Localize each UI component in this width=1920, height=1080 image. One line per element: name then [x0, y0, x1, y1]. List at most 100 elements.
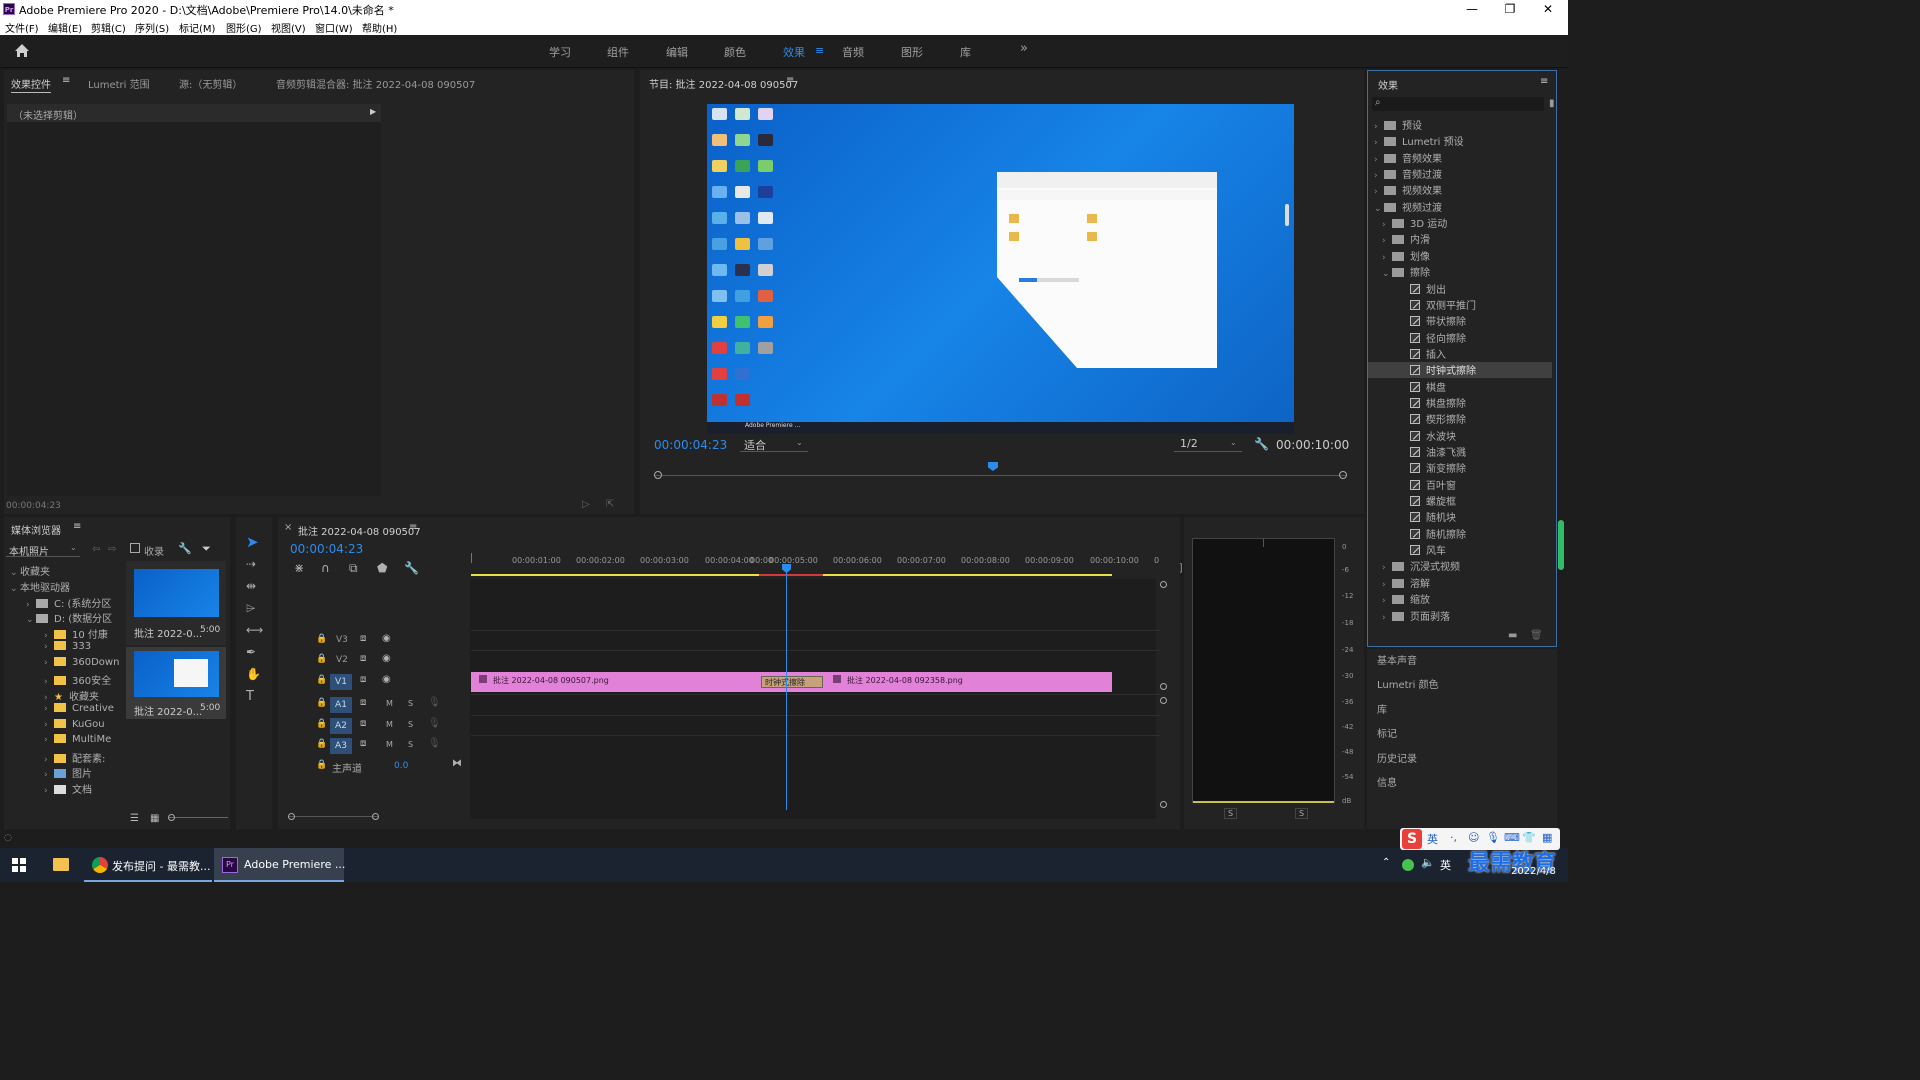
tree-item[interactable]: › ★ 收藏夹 — [4, 688, 99, 704]
tree-item[interactable]: › KuGou — [4, 719, 105, 735]
menu-window[interactable]: 窗口(W) — [315, 20, 353, 35]
tree-item[interactable]: › 图片 — [4, 765, 92, 781]
panel-info[interactable]: 信息 — [1377, 774, 1397, 789]
ime-voice-icon[interactable]: 🎙 — [1486, 831, 1500, 844]
filter-icon[interactable]: ⏷ — [202, 542, 211, 556]
timeline-settings-icon[interactable]: 🔧 — [404, 561, 419, 575]
expand-arrow-icon[interactable]: ▶ — [370, 107, 376, 116]
effect-item[interactable]: 随机擦除 — [1368, 526, 1552, 542]
effect-item[interactable]: 渐变擦除 — [1368, 460, 1552, 476]
location-dropdown[interactable]: 本机照片 ⌄ — [6, 543, 80, 558]
zoom-slider-handle[interactable] — [168, 814, 175, 821]
taskbar-app-chrome[interactable]: 发布提问 - 最需教... — [84, 848, 212, 882]
export-icon[interactable]: ⇱ — [606, 499, 614, 510]
master-volume[interactable]: 0.0 — [394, 761, 408, 771]
panel-markers[interactable]: 标记 — [1377, 725, 1397, 740]
tab-lumetri-scopes[interactable]: Lumetri 范围 — [88, 76, 150, 91]
timeline-zoom-bar[interactable] — [288, 816, 378, 817]
tree-item[interactable]: › Creative — [4, 703, 114, 719]
effect-folder[interactable]: › Lumetri 预设 — [1368, 133, 1552, 149]
tree-item[interactable]: › 10 付康 — [4, 626, 108, 642]
pen-tool-icon[interactable]: ✒ — [246, 645, 256, 659]
effect-folder[interactable]: › 视频效果 — [1368, 182, 1552, 198]
ime-toolbox-icon[interactable]: ▦ — [1542, 831, 1552, 844]
program-scrubber[interactable] — [654, 462, 1347, 482]
timeline-timecode[interactable]: 00:00:04:23 — [290, 542, 363, 556]
mute-button[interactable]: M — [386, 720, 393, 729]
zoom-slider[interactable] — [168, 817, 228, 818]
menu-sequence[interactable]: 序列(S) — [135, 20, 169, 35]
effect-item[interactable]: 插入 — [1368, 346, 1552, 362]
workspace-audio[interactable]: 音频 — [842, 44, 864, 60]
maximize-button[interactable]: ❐ — [1490, 1, 1530, 17]
menu-view[interactable]: 视图(V) — [271, 20, 306, 35]
microphone-icon[interactable]: 🎙 — [428, 697, 441, 708]
close-sequence-icon[interactable]: × — [284, 522, 292, 533]
tree-item[interactable]: ⌄ 本地驱动器 — [4, 579, 70, 595]
workspace-libraries[interactable]: 库 — [960, 44, 971, 60]
workspace-learning[interactable]: 学习 — [549, 44, 571, 60]
tab-source[interactable]: 源:（无剪辑） — [179, 76, 242, 91]
zoom-handle-left[interactable] — [288, 813, 295, 820]
program-menu-icon[interactable]: ≡ — [786, 75, 794, 86]
eye-icon[interactable]: ◉ — [382, 633, 391, 644]
hand-tool-icon[interactable]: ✋ — [246, 667, 261, 681]
lock-icon[interactable]: 🔒 — [316, 654, 327, 664]
effect-folder[interactable]: › 音频过渡 — [1368, 166, 1552, 182]
workspace-effects[interactable]: 效果 — [783, 44, 805, 60]
menu-help[interactable]: 帮助(H) — [362, 20, 397, 35]
panel-history[interactable]: 历史记录 — [1377, 750, 1417, 765]
file-explorer-icon[interactable] — [53, 858, 69, 871]
workspace-menu-icon[interactable]: ≡ — [815, 44, 824, 57]
favorites-checkbox[interactable] — [130, 543, 140, 553]
effect-folder[interactable]: › 内滑 — [1368, 231, 1552, 247]
tray-chevron-icon[interactable]: ⌃ — [1382, 857, 1390, 868]
sync-lock-icon[interactable]: ⧈ — [360, 674, 366, 685]
solo-right-button[interactable]: S — [1295, 808, 1309, 819]
lock-icon[interactable]: 🔒 — [316, 698, 327, 708]
effect-folder[interactable]: › 音频效果 — [1368, 150, 1552, 166]
effect-item[interactable]: 随机块 — [1368, 509, 1552, 525]
video-clip-track-v1[interactable]: 批注 2022-04-08 090507.png 批注 2022-04-08 0… — [471, 672, 1112, 692]
effect-item[interactable]: 螺旋框 — [1368, 493, 1552, 509]
ime-keyboard-icon[interactable]: ⌨ — [1504, 831, 1520, 844]
scroll-handle[interactable] — [1160, 801, 1167, 808]
effect-folder[interactable]: › 预设 — [1368, 117, 1552, 133]
slip-tool-icon[interactable]: ⟷ — [246, 623, 263, 637]
solo-button[interactable]: S — [408, 720, 413, 729]
effect-item[interactable]: 划出 — [1368, 281, 1552, 297]
tree-item[interactable]: › MultiMe — [4, 734, 111, 750]
fit-dropdown[interactable]: 适合 ⌄ — [740, 437, 808, 452]
razor-tool-icon[interactable]: ⌲ — [246, 601, 255, 616]
workspace-assembly[interactable]: 组件 — [607, 44, 629, 60]
selection-tool-icon[interactable]: ➤ — [246, 533, 259, 551]
back-arrow-icon[interactable]: ⇦ — [92, 544, 100, 555]
solo-button[interactable]: S — [408, 740, 413, 749]
transition-clock-wipe[interactable]: 时钟式擦除 — [761, 676, 823, 688]
tree-item[interactable]: › 333 — [4, 641, 91, 657]
scroll-handle[interactable] — [1160, 697, 1167, 704]
tree-item[interactable]: › 文档 — [4, 781, 92, 797]
effect-folder[interactable]: ⌄ 擦除 — [1368, 264, 1552, 280]
track-select-tool-icon[interactable]: ⇢ — [246, 557, 256, 571]
sync-lock-icon[interactable]: ⧈ — [360, 718, 366, 729]
workspace-editing[interactable]: 编辑 — [666, 44, 688, 60]
tree-item[interactable]: › C: (系统分区 — [4, 595, 111, 611]
sequence-menu-icon[interactable]: ≡ — [409, 522, 417, 533]
effect-item[interactable]: 时钟式擦除 — [1368, 362, 1552, 379]
tab-menu-icon[interactable]: ≡ — [62, 75, 70, 86]
panel-lumetri-color[interactable]: Lumetri 颜色 — [1377, 676, 1439, 691]
ime-skin-icon[interactable]: 👕 — [1522, 831, 1536, 844]
effect-folder[interactable]: ⌄ 视频过渡 — [1368, 199, 1552, 215]
more-workspaces-button[interactable]: » — [1020, 41, 1028, 56]
wrench-icon[interactable]: 🔧 — [1254, 437, 1269, 451]
lock-icon[interactable]: 🔒 — [316, 675, 327, 685]
tree-item[interactable]: › 配套素: — [4, 750, 105, 766]
sync-lock-icon[interactable]: ⧈ — [360, 697, 366, 708]
program-timecode[interactable]: 00:00:04:23 — [654, 438, 727, 452]
playhead-icon[interactable] — [988, 462, 998, 471]
effect-item[interactable]: 双侧平推门 — [1368, 297, 1552, 313]
effect-folder[interactable]: › 页面剥落 — [1368, 608, 1552, 624]
ime-punctuation-icon[interactable]: ·, — [1450, 831, 1457, 844]
linked-selection-icon[interactable]: ⧉ — [349, 561, 358, 576]
